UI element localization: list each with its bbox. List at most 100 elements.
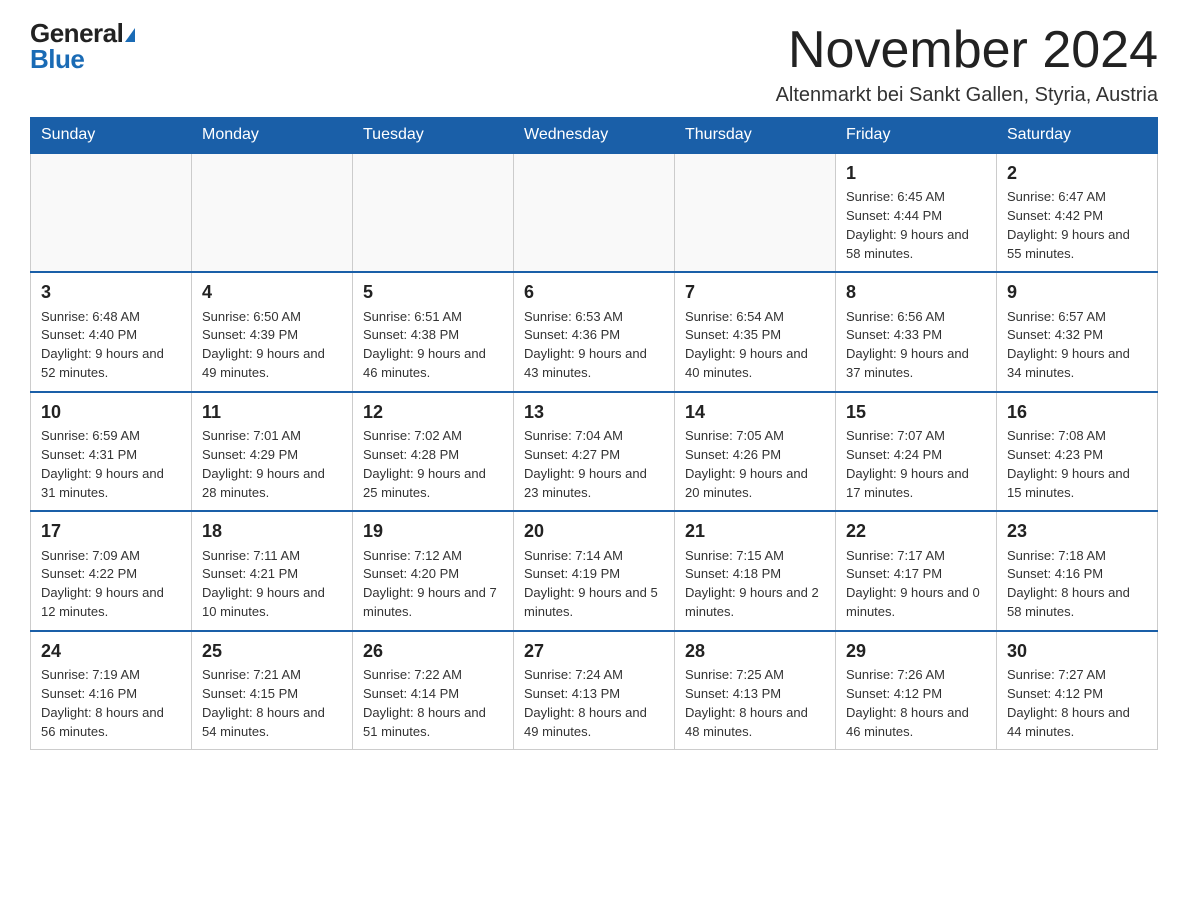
day-info: Sunrise: 7:01 AM Sunset: 4:29 PM Dayligh… [202, 428, 325, 500]
week-row-5: 24 Sunrise: 7:19 AM Sunset: 4:16 PM Dayli… [31, 631, 1158, 750]
header-thursday: Thursday [675, 118, 836, 154]
day-number: 25 [202, 638, 342, 664]
day-number: 5 [363, 279, 503, 305]
day-number: 30 [1007, 638, 1147, 664]
day-number: 11 [202, 399, 342, 425]
day-number: 20 [524, 518, 664, 544]
day-number: 16 [1007, 399, 1147, 425]
calendar-cell: 17 Sunrise: 7:09 AM Sunset: 4:22 PM Dayli… [31, 511, 192, 630]
day-info: Sunrise: 7:14 AM Sunset: 4:19 PM Dayligh… [524, 548, 658, 620]
calendar-cell: 7 Sunrise: 6:54 AM Sunset: 4:35 PM Daylig… [675, 272, 836, 391]
calendar-cell: 9Sunrise: 6:57 AM Sunset: 4:32 PM Daylig… [997, 272, 1158, 391]
week-row-4: 17 Sunrise: 7:09 AM Sunset: 4:22 PM Dayli… [31, 511, 1158, 630]
header-monday: Monday [192, 118, 353, 154]
day-number: 24 [41, 638, 181, 664]
header-friday: Friday [836, 118, 997, 154]
day-number: 29 [846, 638, 986, 664]
day-number: 1 [846, 160, 986, 186]
day-number: 12 [363, 399, 503, 425]
header-tuesday: Tuesday [353, 118, 514, 154]
day-number: 13 [524, 399, 664, 425]
day-number: 4 [202, 279, 342, 305]
logo: General Blue [30, 20, 135, 72]
calendar-cell: 1 Sunrise: 6:45 AM Sunset: 4:44 PM Daylig… [836, 153, 997, 272]
day-number: 28 [685, 638, 825, 664]
calendar-cell [514, 153, 675, 272]
calendar-cell: 19 Sunrise: 7:12 AM Sunset: 4:20 PM Dayli… [353, 511, 514, 630]
day-info: Sunrise: 7:11 AM Sunset: 4:21 PM Dayligh… [202, 548, 325, 620]
day-number: 10 [41, 399, 181, 425]
day-number: 23 [1007, 518, 1147, 544]
day-info: Sunrise: 7:18 AM Sunset: 4:16 PM Dayligh… [1007, 548, 1130, 620]
calendar-cell: 16 Sunrise: 7:08 AM Sunset: 4:23 PM Dayli… [997, 392, 1158, 511]
day-info: Sunrise: 7:09 AM Sunset: 4:22 PM Dayligh… [41, 548, 164, 620]
day-info: Sunrise: 7:26 AM Sunset: 4:12 PM Dayligh… [846, 667, 969, 739]
calendar-cell: 2Sunrise: 6:47 AM Sunset: 4:42 PM Daylig… [997, 153, 1158, 272]
day-info: Sunrise: 6:54 AM Sunset: 4:35 PM Dayligh… [685, 309, 808, 381]
day-info: Sunrise: 7:05 AM Sunset: 4:26 PM Dayligh… [685, 428, 808, 500]
day-number: 3 [41, 279, 181, 305]
day-info: Sunrise: 7:02 AM Sunset: 4:28 PM Dayligh… [363, 428, 486, 500]
calendar-cell [353, 153, 514, 272]
day-info: Sunrise: 7:19 AM Sunset: 4:16 PM Dayligh… [41, 667, 164, 739]
day-info: Sunrise: 7:17 AM Sunset: 4:17 PM Dayligh… [846, 548, 980, 620]
calendar-table: SundayMondayTuesdayWednesdayThursdayFrid… [30, 117, 1158, 750]
day-info: Sunrise: 6:59 AM Sunset: 4:31 PM Dayligh… [41, 428, 164, 500]
week-row-2: 3Sunrise: 6:48 AM Sunset: 4:40 PM Daylig… [31, 272, 1158, 391]
header-saturday: Saturday [997, 118, 1158, 154]
day-number: 6 [524, 279, 664, 305]
day-info: Sunrise: 7:08 AM Sunset: 4:23 PM Dayligh… [1007, 428, 1130, 500]
day-info: Sunrise: 7:04 AM Sunset: 4:27 PM Dayligh… [524, 428, 647, 500]
day-number: 8 [846, 279, 986, 305]
day-info: Sunrise: 6:47 AM Sunset: 4:42 PM Dayligh… [1007, 189, 1130, 261]
calendar-cell: 22 Sunrise: 7:17 AM Sunset: 4:17 PM Dayli… [836, 511, 997, 630]
calendar-cell [675, 153, 836, 272]
week-row-1: 1 Sunrise: 6:45 AM Sunset: 4:44 PM Daylig… [31, 153, 1158, 272]
calendar-cell: 6 Sunrise: 6:53 AM Sunset: 4:36 PM Daylig… [514, 272, 675, 391]
day-info: Sunrise: 7:25 AM Sunset: 4:13 PM Dayligh… [685, 667, 808, 739]
calendar-header-row: SundayMondayTuesdayWednesdayThursdayFrid… [31, 118, 1158, 154]
calendar-cell: 14 Sunrise: 7:05 AM Sunset: 4:26 PM Dayli… [675, 392, 836, 511]
day-number: 27 [524, 638, 664, 664]
calendar-cell: 5 Sunrise: 6:51 AM Sunset: 4:38 PM Daylig… [353, 272, 514, 391]
calendar-cell: 20 Sunrise: 7:14 AM Sunset: 4:19 PM Dayli… [514, 511, 675, 630]
day-info: Sunrise: 7:15 AM Sunset: 4:18 PM Dayligh… [685, 548, 819, 620]
header-sunday: Sunday [31, 118, 192, 154]
calendar-cell: 23 Sunrise: 7:18 AM Sunset: 4:16 PM Dayli… [997, 511, 1158, 630]
location-subtitle: Altenmarkt bei Sankt Gallen, Styria, Aus… [776, 84, 1158, 107]
calendar-cell: 13 Sunrise: 7:04 AM Sunset: 4:27 PM Dayli… [514, 392, 675, 511]
calendar-cell: 4 Sunrise: 6:50 AM Sunset: 4:39 PM Daylig… [192, 272, 353, 391]
day-number: 21 [685, 518, 825, 544]
calendar-cell: 15Sunrise: 7:07 AM Sunset: 4:24 PM Dayli… [836, 392, 997, 511]
logo-triangle-icon [125, 28, 135, 42]
day-info: Sunrise: 7:27 AM Sunset: 4:12 PM Dayligh… [1007, 667, 1130, 739]
day-info: Sunrise: 7:12 AM Sunset: 4:20 PM Dayligh… [363, 548, 497, 620]
logo-blue-text: Blue [30, 44, 84, 74]
title-area: November 2024 Altenmarkt bei Sankt Galle… [776, 20, 1158, 107]
day-number: 7 [685, 279, 825, 305]
day-info: Sunrise: 6:51 AM Sunset: 4:38 PM Dayligh… [363, 309, 486, 381]
calendar-cell: 21 Sunrise: 7:15 AM Sunset: 4:18 PM Dayli… [675, 511, 836, 630]
calendar-cell [31, 153, 192, 272]
day-number: 17 [41, 518, 181, 544]
day-info: Sunrise: 6:53 AM Sunset: 4:36 PM Dayligh… [524, 309, 647, 381]
calendar-cell: 8 Sunrise: 6:56 AM Sunset: 4:33 PM Daylig… [836, 272, 997, 391]
day-info: Sunrise: 6:45 AM Sunset: 4:44 PM Dayligh… [846, 189, 969, 261]
calendar-cell: 25 Sunrise: 7:21 AM Sunset: 4:15 PM Dayli… [192, 631, 353, 750]
day-number: 14 [685, 399, 825, 425]
day-info: Sunrise: 7:24 AM Sunset: 4:13 PM Dayligh… [524, 667, 647, 739]
calendar-cell: 11 Sunrise: 7:01 AM Sunset: 4:29 PM Dayli… [192, 392, 353, 511]
day-info: Sunrise: 7:21 AM Sunset: 4:15 PM Dayligh… [202, 667, 325, 739]
day-number: 19 [363, 518, 503, 544]
day-info: Sunrise: 6:50 AM Sunset: 4:39 PM Dayligh… [202, 309, 325, 381]
day-number: 15 [846, 399, 986, 425]
calendar-cell: 18Sunrise: 7:11 AM Sunset: 4:21 PM Dayli… [192, 511, 353, 630]
calendar-cell [192, 153, 353, 272]
day-info: Sunrise: 7:22 AM Sunset: 4:14 PM Dayligh… [363, 667, 486, 739]
day-number: 22 [846, 518, 986, 544]
page-header: General Blue November 2024 Altenmarkt be… [30, 20, 1158, 107]
calendar-cell: 3Sunrise: 6:48 AM Sunset: 4:40 PM Daylig… [31, 272, 192, 391]
header-wednesday: Wednesday [514, 118, 675, 154]
calendar-cell: 12 Sunrise: 7:02 AM Sunset: 4:28 PM Dayli… [353, 392, 514, 511]
day-info: Sunrise: 6:56 AM Sunset: 4:33 PM Dayligh… [846, 309, 969, 381]
